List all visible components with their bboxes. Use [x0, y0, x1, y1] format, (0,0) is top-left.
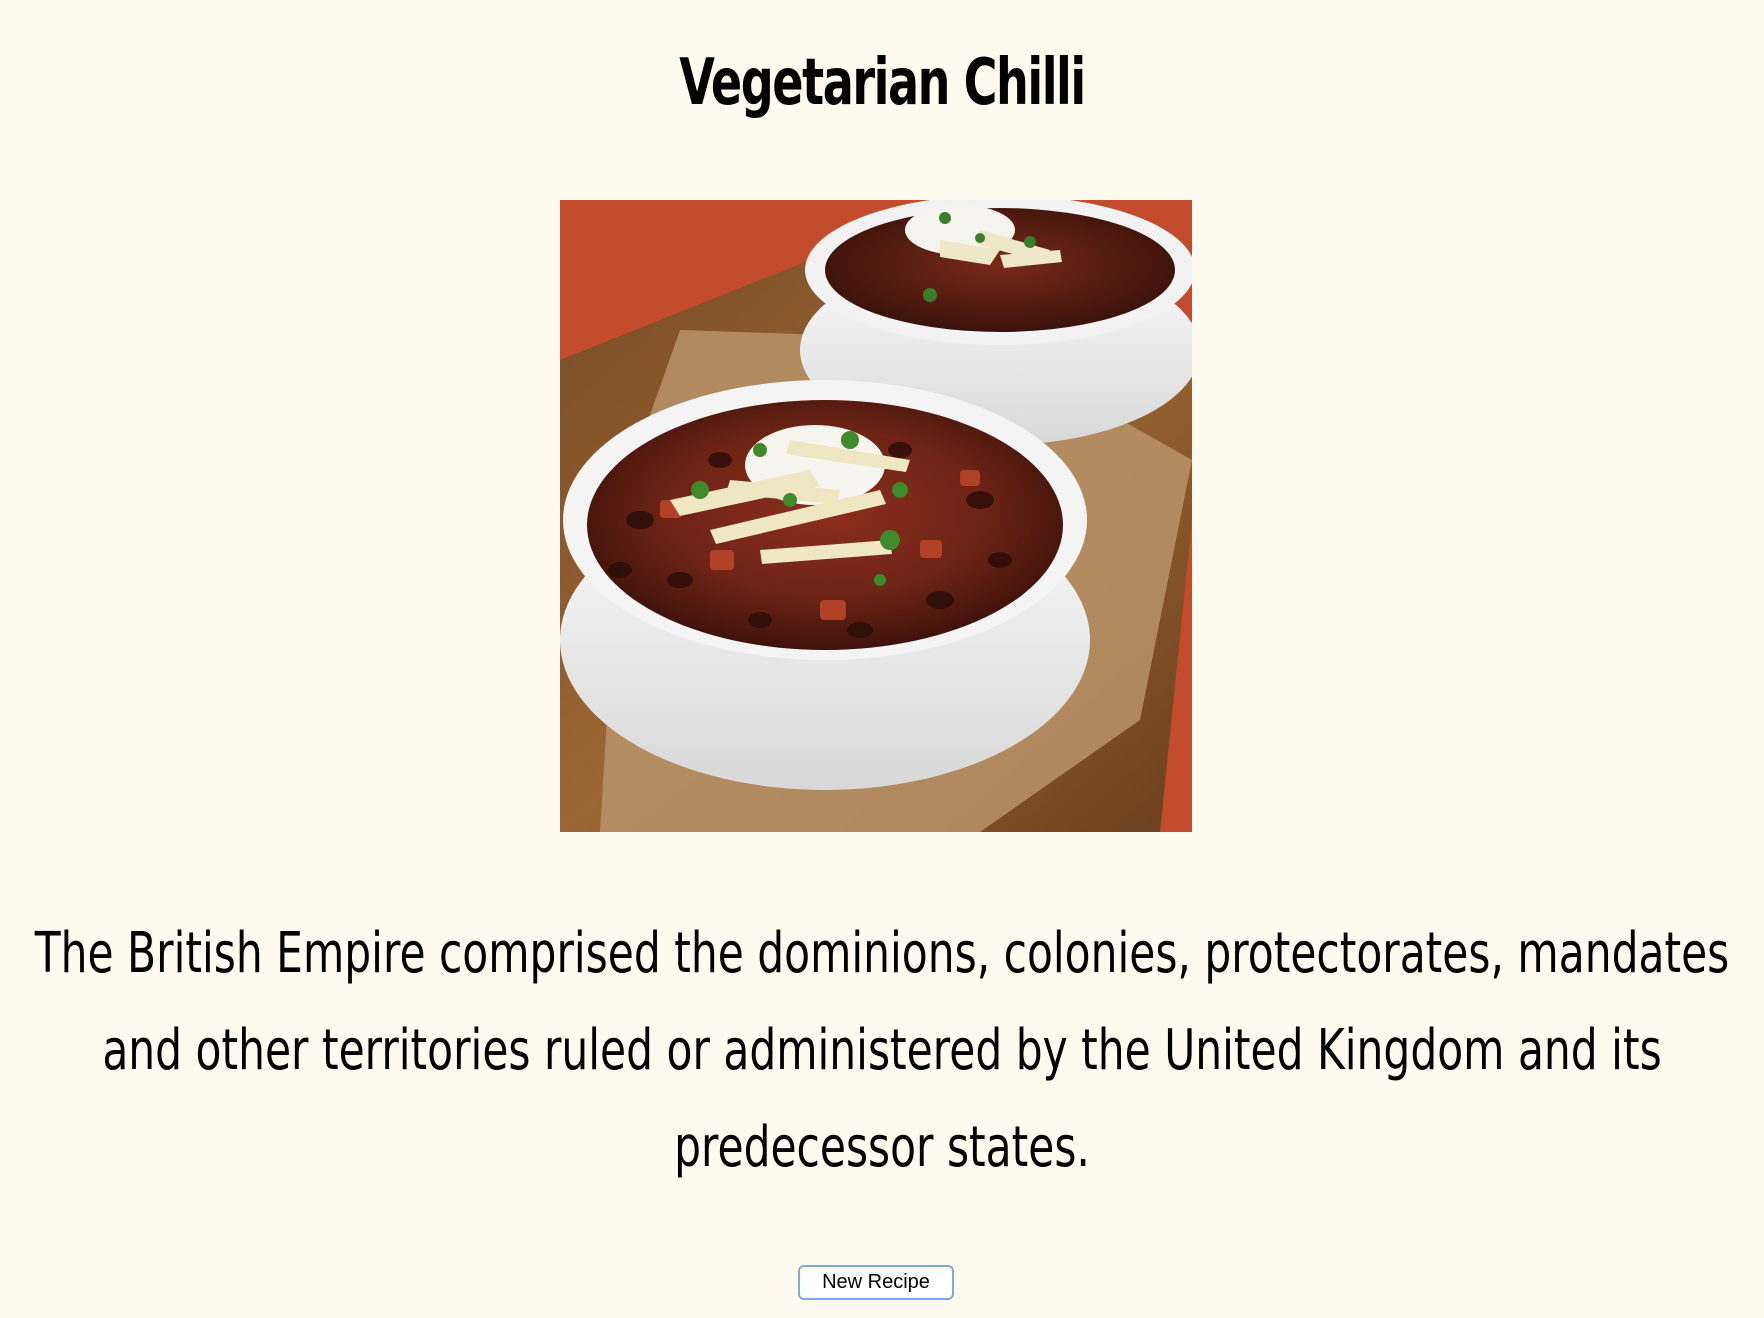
new-recipe-button[interactable]: New Recipe: [798, 1265, 954, 1300]
recipe-page: Vegetarian Chilli The British Empire com…: [0, 0, 1764, 1318]
description-container: The British Empire comprised the dominio…: [0, 905, 1764, 1205]
recipe-image: [560, 200, 1192, 832]
recipe-title: Vegetarian Chilli: [679, 46, 1086, 120]
recipe-description: The British Empire comprised the dominio…: [34, 921, 1730, 1180]
